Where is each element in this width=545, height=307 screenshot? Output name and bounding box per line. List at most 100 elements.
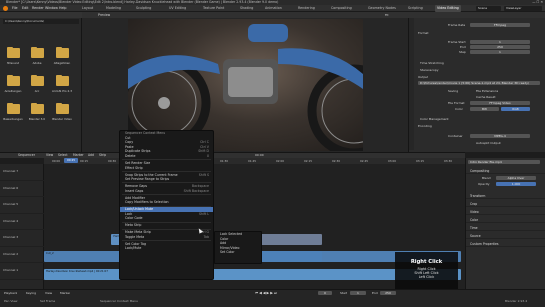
folder-icon[interactable] (31, 102, 44, 114)
current-frame-field[interactable]: 0 (318, 291, 332, 295)
tab-geometry-nodes[interactable]: Geometry Nodes (366, 5, 398, 12)
section-compositing[interactable]: Compositing (466, 168, 545, 174)
browser-path[interactable]: C:\Users\Kenny\Documents\ (3, 19, 79, 24)
container-label: Container (448, 134, 463, 138)
file-extensions-checkbox[interactable]: File Extensions (476, 89, 498, 93)
menu-item-label: Lock/Mute (125, 246, 142, 251)
section-source[interactable]: Source (466, 233, 545, 239)
section-transform[interactable]: Transform (466, 193, 545, 199)
menu-window[interactable]: Window (45, 5, 58, 12)
tab-modeling[interactable]: Modeling (104, 5, 123, 12)
file-format-select[interactable]: FFmpeg Video (470, 101, 530, 105)
section-custom-properties[interactable]: Custom Properties (466, 241, 545, 247)
blend-label: Blend (482, 176, 491, 180)
properties-tabs[interactable] (409, 18, 414, 150)
menu-item-label: Set Preview Range to Strips (125, 177, 170, 182)
tab-sculpting[interactable]: Sculpting (134, 5, 153, 12)
menu-file[interactable]: File (12, 5, 18, 12)
tab-texture-paint[interactable]: Texture Paint (201, 5, 226, 12)
tab-compositing[interactable]: Compositing (329, 5, 354, 12)
status-hint: Set Frame (40, 299, 56, 303)
menu-edit[interactable]: Edit (22, 5, 28, 12)
stereoscopy-section[interactable]: Stereoscopy (420, 68, 439, 72)
view-layer-selector[interactable]: ViewLayer (504, 6, 542, 11)
frame-end-field[interactable]: 250 (470, 45, 530, 49)
strip-name-field[interactable]: Intro Render file.mp4 (468, 160, 540, 164)
menu-help[interactable]: Help (59, 5, 67, 12)
scene-selector[interactable]: Scene (476, 6, 501, 11)
tab-shading[interactable]: Shading (238, 5, 255, 12)
frame-step-field[interactable]: 1 (470, 50, 530, 54)
folder-label: Anleitungen (4, 89, 22, 93)
encoding-section[interactable]: Encoding (418, 124, 432, 128)
submenu-item[interactable]: Set Color (215, 250, 261, 255)
section-color[interactable]: Color (466, 217, 545, 223)
menu-item-shortcut: Shift Backspace (183, 188, 209, 193)
view-menu[interactable]: View (45, 291, 52, 295)
folder-icon[interactable] (7, 74, 20, 86)
channel-label[interactable]: Channel 4 (0, 214, 44, 230)
channel-label[interactable]: Channel 2 (0, 247, 44, 263)
time-stretching-section[interactable]: Time Stretching (420, 61, 444, 65)
channel-label[interactable]: Channel 5 (0, 197, 44, 214)
blend-select[interactable]: Alpha Over (496, 176, 536, 180)
frame-start-field[interactable]: 1 (470, 40, 530, 44)
opacity-slider[interactable]: 1.000 (496, 182, 536, 186)
channel-label[interactable]: Channel 1 (0, 263, 44, 280)
folder-icon[interactable] (31, 46, 44, 58)
saving-label: Saving (448, 89, 459, 93)
menu-item-label: Effect Strip (125, 165, 143, 170)
blender-logo-icon[interactable] (3, 6, 8, 11)
tab-uv-editing[interactable]: UV Editing (167, 5, 188, 12)
output-section[interactable]: Output (418, 75, 428, 79)
folder-icon[interactable] (56, 46, 69, 58)
menu-render[interactable]: Render (32, 5, 44, 12)
context-menu-item[interactable]: Effect Strip (120, 166, 213, 171)
tab-layout[interactable]: Layout (80, 5, 95, 12)
preview-zoom[interactable]: Fit (385, 12, 389, 18)
format-preset[interactable]: FFmpeg (470, 23, 530, 27)
start-field[interactable]: 1 (350, 291, 366, 295)
menu-item-label: Meta Strip (125, 223, 142, 228)
tab-animation[interactable]: Animation (263, 5, 284, 12)
context-menu-item[interactable]: Color Code (120, 216, 213, 221)
channel-label[interactable]: Channel 3 (0, 230, 44, 247)
context-menu-item[interactable]: Insert Gaps Shift Backspace (120, 189, 213, 194)
context-menu-item[interactable]: Copy Modifiers to Selection (120, 200, 213, 205)
menu-item-label: Set Render Size (125, 160, 151, 165)
folder-icon[interactable] (31, 74, 44, 86)
folder-icon[interactable] (7, 46, 20, 58)
end-field[interactable]: 250 (380, 291, 396, 295)
section-crop[interactable]: Crop (466, 201, 545, 207)
output-path-field[interactable]: D:\Pictures\render\movie 1 (5:66) Scene-… (418, 81, 540, 85)
step-label: Step (459, 50, 466, 54)
section-video[interactable]: Video (466, 209, 545, 215)
context-menu-item[interactable]: Set Preview Range to Strips (120, 177, 213, 182)
keying-menu[interactable]: Keying (26, 291, 36, 295)
color-bw-button[interactable]: BW (470, 107, 499, 111)
cache-result-checkbox[interactable]: Cache Result (476, 95, 496, 99)
channel-label[interactable]: Channel 6 (0, 181, 44, 197)
context-menu-item[interactable]: Delete X (120, 154, 213, 159)
tab-scripting[interactable]: Scripting (406, 5, 425, 12)
format-section[interactable]: Format (418, 31, 429, 35)
section-time[interactable]: Time (466, 225, 545, 231)
context-menu-item[interactable]: Lock/Mute (120, 246, 213, 251)
folder-icon[interactable] (56, 102, 69, 114)
playback-menu[interactable]: Playback (4, 291, 17, 295)
sequencer-label[interactable]: Sequencer (18, 152, 35, 158)
tab-video-editing[interactable]: Video Editing (435, 5, 461, 12)
current-frame-indicator[interactable]: 00:25 (64, 158, 78, 163)
color-rgb-button[interactable]: RGB (501, 107, 530, 111)
channel-label[interactable]: Channel 7 (0, 164, 44, 181)
autosplit-checkbox[interactable]: Autosplit Output (476, 141, 501, 145)
context-menu-item[interactable]: Toggle Meta Tab (120, 235, 213, 240)
tab-rendering[interactable]: Rendering (296, 5, 317, 12)
color-management-section[interactable]: Color Management (420, 117, 449, 121)
folder-icon[interactable] (7, 102, 20, 114)
preview-label[interactable]: Preview (98, 12, 110, 18)
container-select[interactable]: MPEG-4 (470, 134, 530, 138)
folder-icon[interactable] (56, 74, 69, 86)
transport-controls[interactable]: ⏮◀◀▶▶⏭ (255, 291, 300, 296)
marker-menu[interactable]: Marker (60, 291, 70, 295)
